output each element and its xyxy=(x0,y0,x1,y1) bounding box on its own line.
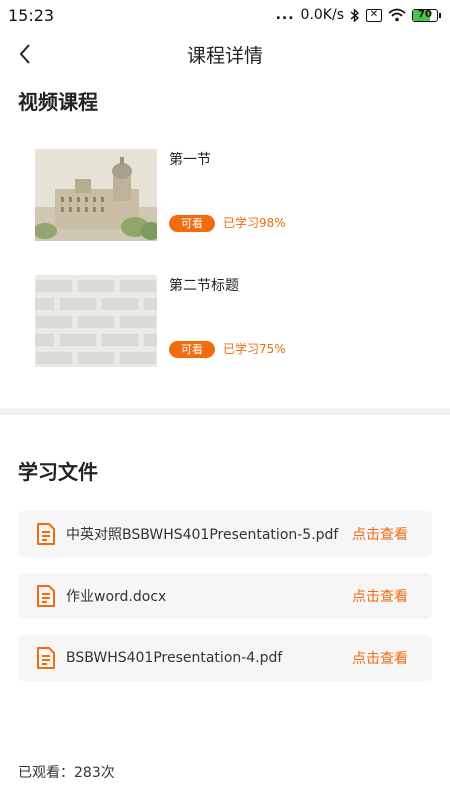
status-badge: 可看 xyxy=(169,341,215,358)
chevron-left-icon xyxy=(19,44,30,64)
view-file-link[interactable]: 点击查看 xyxy=(352,524,408,544)
course-progress: 已学习98% xyxy=(223,216,286,230)
page-title: 课程详情 xyxy=(186,44,263,67)
status-time: 15:23 xyxy=(8,5,55,25)
battery-level: 70 xyxy=(418,9,432,20)
view-file-link[interactable]: 点击查看 xyxy=(352,648,408,668)
course-item[interactable]: 第一节 可看 已学习98% xyxy=(35,149,415,241)
section-divider xyxy=(0,408,450,415)
document-icon xyxy=(37,523,55,545)
view-file-link[interactable]: 点击查看 xyxy=(352,586,408,606)
back-button[interactable] xyxy=(10,39,40,69)
battery-icon: 70 xyxy=(412,8,441,22)
file-item[interactable]: BSBWHS401Presentation-4.pdf 点击查看 xyxy=(18,635,432,681)
files-section-title: 学习文件 xyxy=(18,460,98,484)
status-badge: 可看 xyxy=(169,215,215,232)
document-icon xyxy=(37,647,55,669)
course-thumbnail[interactable] xyxy=(35,275,157,367)
file-name: BSBWHS401Presentation-4.pdf xyxy=(66,650,283,666)
file-name: 中英对照BSBWHS401Presentation-5.pdf xyxy=(66,527,339,543)
course-progress: 已学习75% xyxy=(223,342,286,356)
more-dots-icon: ... xyxy=(275,7,295,23)
nav-bar: 课程详情 xyxy=(0,30,450,78)
document-icon xyxy=(37,585,55,607)
view-count-value: 283次 xyxy=(74,765,115,781)
wifi-icon xyxy=(388,8,406,22)
sim-off-icon: ✕ xyxy=(366,8,382,22)
video-section-title: 视频课程 xyxy=(18,90,98,114)
status-bar: 15:23 ... 0.0K/s ✕ 70 xyxy=(0,0,450,30)
course-item[interactable]: 第二节标题 可看 已学习75% xyxy=(35,275,415,367)
course-title: 第一节 xyxy=(169,152,211,168)
city-building-image xyxy=(35,149,157,241)
course-title: 第二节标题 xyxy=(169,278,239,294)
view-count: 已观看： 283次 xyxy=(18,762,115,782)
file-item[interactable]: 作业word.docx 点击查看 xyxy=(18,573,432,619)
network-speed: 0.0K/s xyxy=(300,7,344,23)
brick-wall-image xyxy=(35,275,157,367)
file-item[interactable]: 中英对照BSBWHS401Presentation-5.pdf 点击查看 xyxy=(18,511,432,557)
course-thumbnail[interactable] xyxy=(35,149,157,241)
status-icons: ... 0.0K/s ✕ 70 xyxy=(275,7,441,23)
view-count-label: 已观看： xyxy=(18,765,74,781)
file-name: 作业word.docx xyxy=(66,589,167,605)
bluetooth-icon xyxy=(350,7,360,23)
